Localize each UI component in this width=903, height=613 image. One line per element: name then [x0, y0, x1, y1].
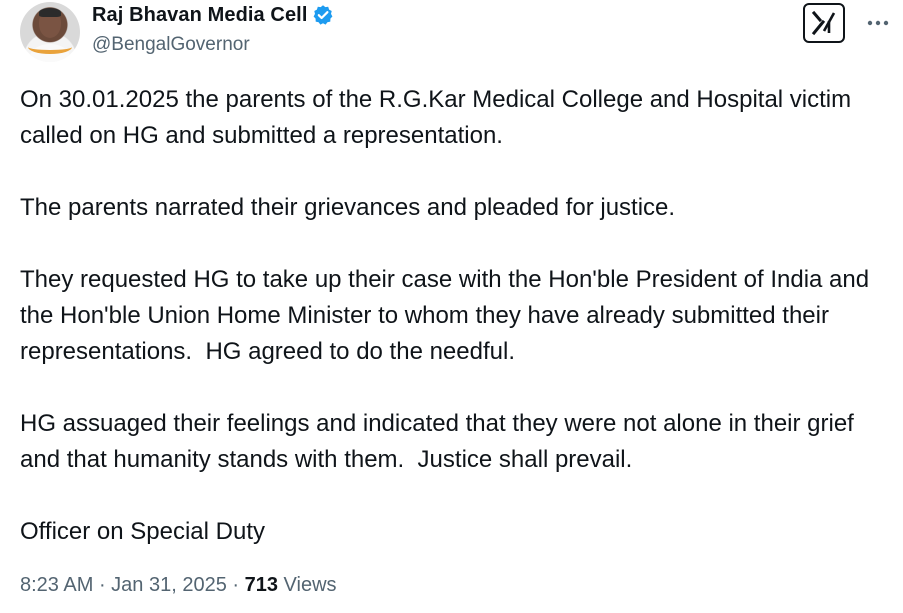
grok-icon[interactable] — [803, 3, 845, 43]
author-handle[interactable]: @BengalGovernor — [92, 34, 334, 56]
meta-separator: · — [226, 574, 245, 596]
verified-badge-icon[interactable] — [312, 4, 334, 26]
tweet-header: Raj Bhavan Media Cell @BengalGovernor — [20, 0, 889, 70]
tweet-paragraph: On 30.01.2025 the parents of the R.G.Kar… — [20, 86, 858, 149]
tweet-paragraph: They requested HG to take up their case … — [20, 266, 876, 365]
tweet-text: On 30.01.2025 the parents of the R.G.Kar… — [20, 82, 890, 550]
tweet: Raj Bhavan Media Cell @BengalGovernor On… — [0, 0, 903, 613]
views-label: Views — [283, 574, 337, 596]
avatar-garland — [28, 40, 72, 54]
tweet-date[interactable]: Jan 31, 2025 — [111, 574, 227, 596]
tweet-paragraph: The parents narrated their grievances an… — [20, 194, 676, 221]
tweet-time[interactable]: 8:23 AM — [20, 574, 93, 596]
avatar[interactable] — [20, 2, 80, 62]
display-name[interactable]: Raj Bhavan Media Cell — [92, 4, 308, 27]
tweet-paragraph: HG assuaged their feelings and indicated… — [20, 410, 861, 473]
display-name-row: Raj Bhavan Media Cell — [92, 2, 334, 28]
tweet-meta: 8:23 AM · Jan 31, 2025 · 713 Views — [20, 574, 337, 597]
avatar-hair — [39, 8, 61, 17]
meta-separator: · — [93, 574, 112, 596]
tweet-paragraph: Officer on Special Duty — [20, 518, 266, 545]
more-options-icon[interactable] — [863, 8, 893, 38]
author-names: Raj Bhavan Media Cell @BengalGovernor — [92, 2, 334, 56]
views-count[interactable]: 713 — [245, 574, 278, 596]
